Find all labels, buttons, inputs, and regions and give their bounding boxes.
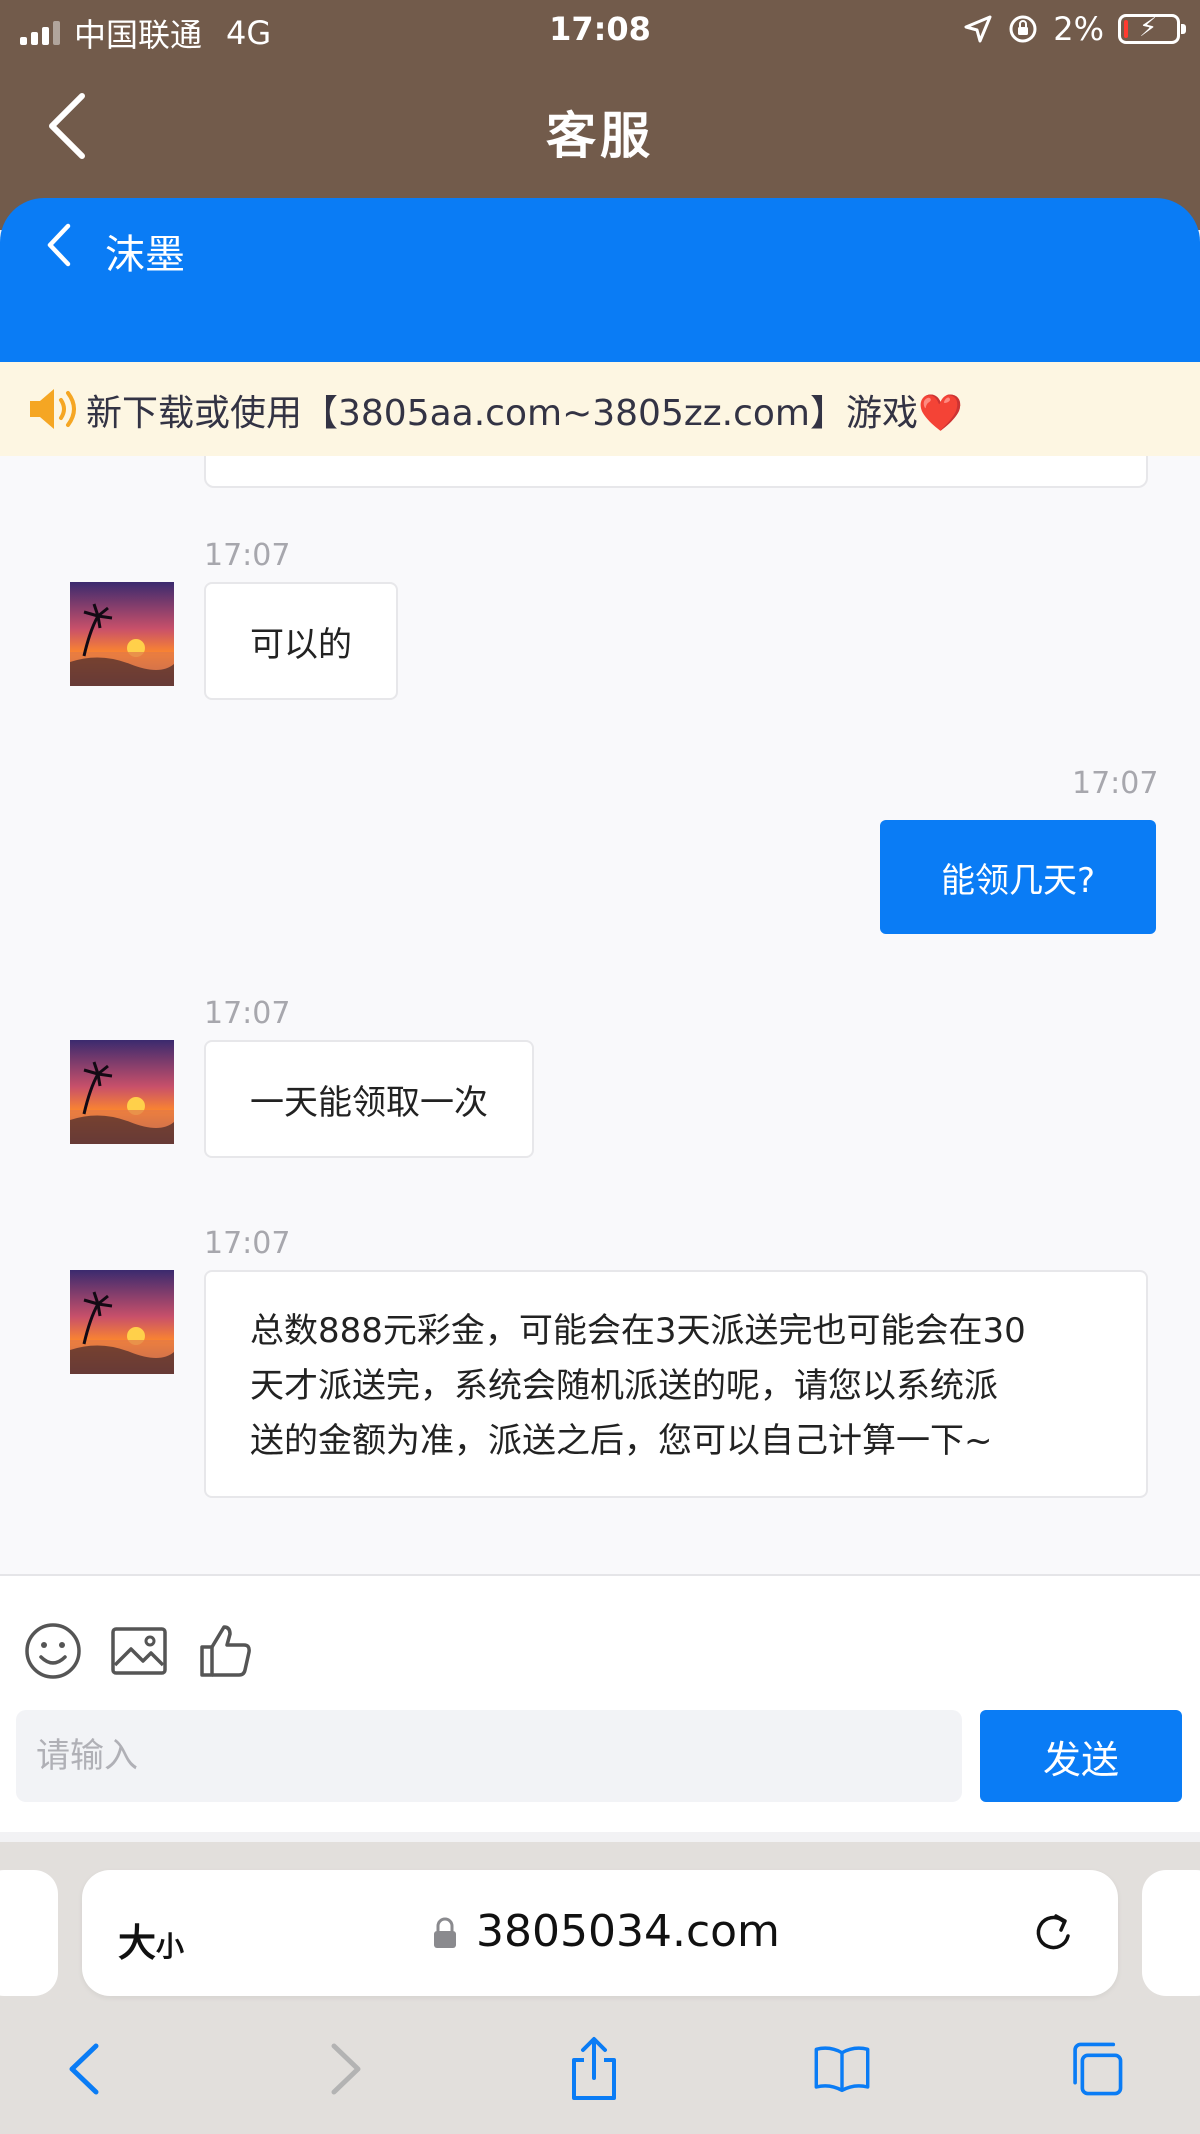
app-header: 客服: [0, 72, 1200, 182]
message-bubble-partial: [204, 456, 1148, 488]
tabs-icon[interactable]: [1066, 2036, 1126, 2102]
address-bar[interactable]: 大小 3805034.com: [82, 1870, 1118, 1996]
share-icon[interactable]: [564, 2036, 624, 2102]
url-text: 3805034.com: [476, 1906, 780, 1957]
reload-icon[interactable]: [1030, 1908, 1078, 1958]
sunset-palm-avatar-image: [70, 1270, 174, 1374]
speaker-icon: [30, 389, 76, 429]
message-timestamp: 17:07: [204, 538, 291, 573]
text-size-button[interactable]: 大小: [118, 1912, 184, 1967]
image-icon[interactable]: [108, 1620, 170, 1682]
message-line: 总数888元彩金，可能会在3天派送完也可能会在30: [250, 1311, 1026, 1351]
sunset-palm-avatar-image: [70, 1040, 174, 1144]
message-timestamp: 17:07: [1072, 766, 1159, 801]
status-right: 2% ⚡: [963, 10, 1186, 48]
orientation-lock-icon: [1009, 15, 1037, 43]
chat-back-icon[interactable]: [40, 220, 80, 270]
back-arrow-icon[interactable]: [56, 2036, 116, 2102]
lock-icon: [434, 1917, 456, 1948]
battery-icon: ⚡: [1118, 13, 1186, 44]
heart-icon: ❤️: [917, 393, 963, 434]
avatar[interactable]: [70, 1270, 174, 1374]
message-line: 天才派送完，系统会随机派送的呢，请您以系统派: [250, 1366, 998, 1406]
contact-name: 沫墨: [105, 232, 185, 278]
message-bubble-incoming: 可以的: [204, 582, 398, 700]
send-button[interactable]: 发送: [980, 1710, 1182, 1802]
avatar[interactable]: [70, 582, 174, 686]
divider: [0, 1832, 1200, 1842]
previous-tab-card[interactable]: [0, 1870, 58, 1996]
bookmarks-icon[interactable]: [812, 2036, 872, 2102]
forward-arrow-icon[interactable]: [314, 2036, 374, 2102]
thumbs-up-icon[interactable]: [196, 1620, 258, 1682]
message-bubble-incoming: 总数888元彩金，可能会在3天派送完也可能会在30 天才派送完，系统会随机派送的…: [204, 1270, 1148, 1498]
message-input[interactable]: [16, 1710, 962, 1802]
notice-text: 新下载或使用【3805aa.com~3805zz.com】游戏❤️: [86, 393, 963, 434]
chat-header: 沫墨: [0, 198, 1200, 362]
message-bubble-incoming: 一天能领取一次: [204, 1040, 534, 1158]
avatar[interactable]: [70, 1040, 174, 1144]
location-icon: [964, 15, 992, 43]
composer: 发送: [0, 1574, 1200, 1832]
message-line: 送的金额为准，派送之后，您可以自己计算一下~: [250, 1421, 993, 1461]
battery-percent: 2%: [1053, 10, 1104, 48]
status-bar: 中国联通 4G 17:08 2% ⚡: [0, 0, 1200, 62]
page-title: 客服: [546, 107, 654, 165]
emoji-icon[interactable]: [22, 1620, 84, 1682]
message-list[interactable]: 17:07 可以的 17:07 能领几天? 17:07 一天能领取一次 17:0…: [0, 456, 1200, 1574]
message-timestamp: 17:07: [204, 1226, 291, 1261]
message-bubble-outgoing: 能领几天?: [880, 820, 1156, 934]
browser-toolbar: 大小 3805034.com: [0, 1842, 1200, 2134]
notice-bar: 新下载或使用【3805aa.com~3805zz.com】游戏❤️: [0, 362, 1200, 456]
sunset-palm-avatar-image: [70, 582, 174, 686]
message-timestamp: 17:07: [204, 996, 291, 1031]
next-tab-card[interactable]: [1142, 1870, 1200, 1996]
